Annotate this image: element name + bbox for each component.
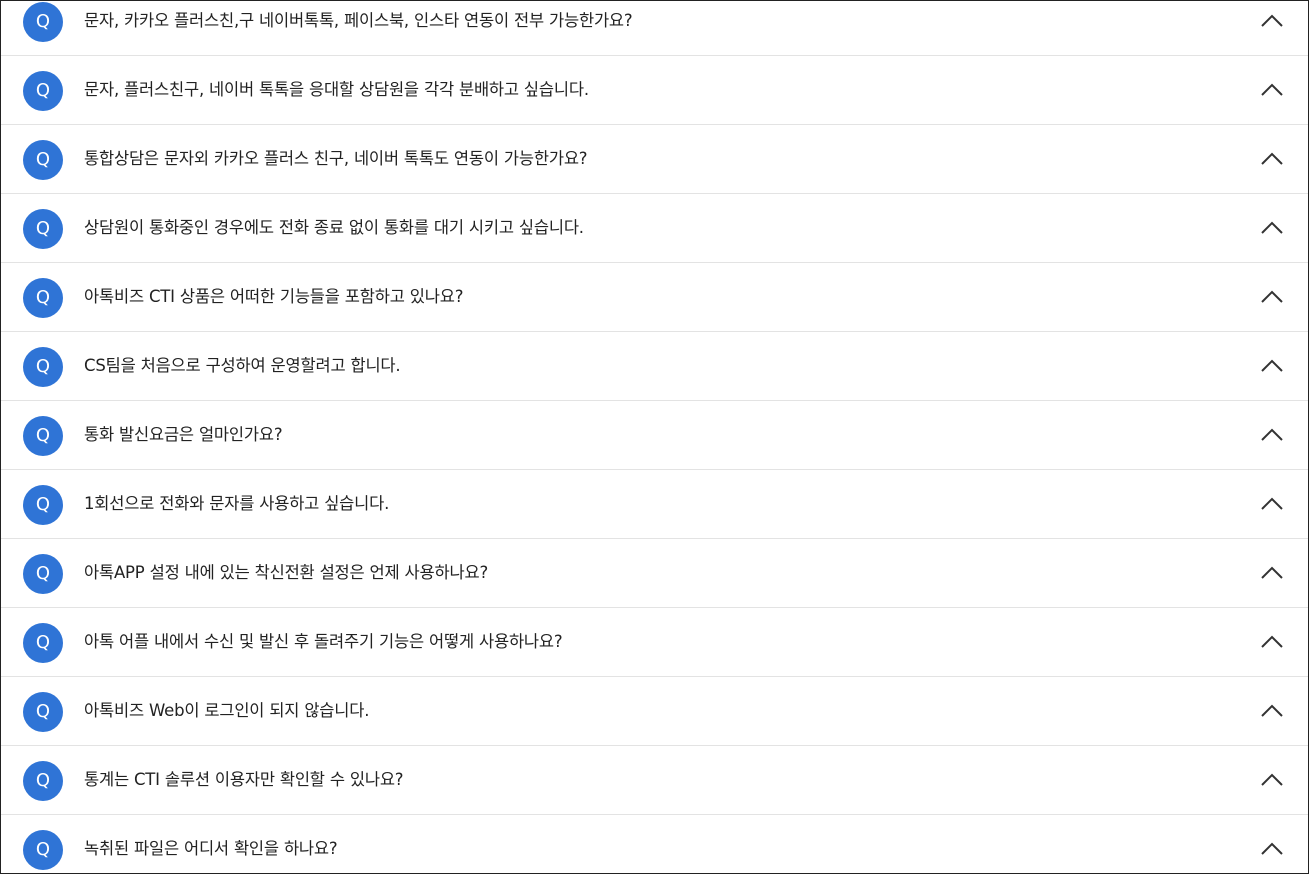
chevron-up-icon[interactable]	[1260, 563, 1284, 581]
question-badge: Q	[23, 140, 63, 180]
faq-question: 아톡비즈 CTI 상품은 어떠한 기능들을 포함하고 있나요?	[84, 287, 464, 306]
faq-item[interactable]: Q CS팀을 처음으로 구성하여 운영할려고 합니다.	[1, 332, 1308, 401]
faq-item[interactable]: Q 아톡비즈 CTI 상품은 어떠한 기능들을 포함하고 있나요?	[1, 263, 1308, 332]
question-badge: Q	[23, 692, 63, 732]
faq-question: 문자, 카카오 플러스친,구 네이버톡톡, 페이스북, 인스타 연동이 전부 가…	[84, 11, 633, 30]
chevron-up-icon[interactable]	[1260, 839, 1284, 857]
chevron-up-icon[interactable]	[1260, 632, 1284, 650]
faq-item[interactable]: Q 통합상담은 문자외 카카오 플러스 친구, 네이버 톡톡도 연동이 가능한가…	[1, 125, 1308, 194]
faq-question: 아톡비즈 Web이 로그인이 되지 않습니다.	[84, 701, 370, 720]
faq-item[interactable]: Q 아톡비즈 Web이 로그인이 되지 않습니다.	[1, 677, 1308, 746]
chevron-up-icon[interactable]	[1260, 356, 1284, 374]
chevron-up-icon[interactable]	[1260, 80, 1284, 98]
faq-item[interactable]: Q 통계는 CTI 솔루션 이용자만 확인할 수 있나요?	[1, 746, 1308, 815]
question-badge: Q	[23, 623, 63, 663]
question-badge: Q	[23, 830, 63, 870]
faq-item[interactable]: Q 1회선으로 전화와 문자를 사용하고 싶습니다.	[1, 470, 1308, 539]
faq-item[interactable]: Q 상담원이 통화중인 경우에도 전화 종료 없이 통화를 대기 시키고 싶습니…	[1, 194, 1308, 263]
faq-question: CS팀을 처음으로 구성하여 운영할려고 합니다.	[84, 356, 401, 375]
question-badge: Q	[23, 347, 63, 387]
question-badge: Q	[23, 209, 63, 249]
faq-question: 문자, 플러스친구, 네이버 톡톡을 응대할 상담원을 각각 분배하고 싶습니다…	[84, 80, 589, 99]
faq-item[interactable]: Q 아톡APP 설정 내에 있는 착신전환 설정은 언제 사용하나요?	[1, 539, 1308, 608]
faq-panel: Q 문자, 카카오 플러스친,구 네이버톡톡, 페이스북, 인스타 연동이 전부…	[0, 0, 1309, 874]
faq-question: 통합상담은 문자외 카카오 플러스 친구, 네이버 톡톡도 연동이 가능한가요?	[84, 149, 588, 168]
faq-question: 통계는 CTI 솔루션 이용자만 확인할 수 있나요?	[84, 770, 404, 789]
chevron-up-icon[interactable]	[1260, 149, 1284, 167]
faq-question: 아톡APP 설정 내에 있는 착신전환 설정은 언제 사용하나요?	[84, 563, 489, 582]
faq-question: 상담원이 통화중인 경우에도 전화 종료 없이 통화를 대기 시키고 싶습니다.	[84, 218, 584, 237]
question-badge: Q	[23, 2, 63, 42]
question-badge: Q	[23, 278, 63, 318]
faq-item[interactable]: Q 아톡 어플 내에서 수신 및 발신 후 돌려주기 기능은 어떻게 사용하나요…	[1, 608, 1308, 677]
chevron-up-icon[interactable]	[1260, 287, 1284, 305]
chevron-up-icon[interactable]	[1260, 218, 1284, 236]
question-badge: Q	[23, 71, 63, 111]
question-badge: Q	[23, 554, 63, 594]
faq-question: 1회선으로 전화와 문자를 사용하고 싶습니다.	[84, 494, 390, 513]
faq-question: 녹취된 파일은 어디서 확인을 하나요?	[84, 839, 338, 858]
chevron-up-icon[interactable]	[1260, 494, 1284, 512]
faq-item[interactable]: Q 녹취된 파일은 어디서 확인을 하나요?	[1, 815, 1308, 873]
faq-list: Q 문자, 카카오 플러스친,구 네이버톡톡, 페이스북, 인스타 연동이 전부…	[1, 1, 1308, 873]
question-badge: Q	[23, 485, 63, 525]
chevron-up-icon[interactable]	[1260, 701, 1284, 719]
chevron-up-icon[interactable]	[1260, 425, 1284, 443]
chevron-up-icon[interactable]	[1260, 770, 1284, 788]
question-badge: Q	[23, 761, 63, 801]
question-badge: Q	[23, 416, 63, 456]
faq-question: 아톡 어플 내에서 수신 및 발신 후 돌려주기 기능은 어떻게 사용하나요?	[84, 632, 563, 651]
chevron-up-icon[interactable]	[1260, 11, 1284, 29]
faq-item[interactable]: Q 문자, 플러스친구, 네이버 톡톡을 응대할 상담원을 각각 분배하고 싶습…	[1, 56, 1308, 125]
faq-item[interactable]: Q 문자, 카카오 플러스친,구 네이버톡톡, 페이스북, 인스타 연동이 전부…	[1, 1, 1308, 56]
faq-item[interactable]: Q 통화 발신요금은 얼마인가요?	[1, 401, 1308, 470]
faq-question: 통화 발신요금은 얼마인가요?	[84, 425, 283, 444]
